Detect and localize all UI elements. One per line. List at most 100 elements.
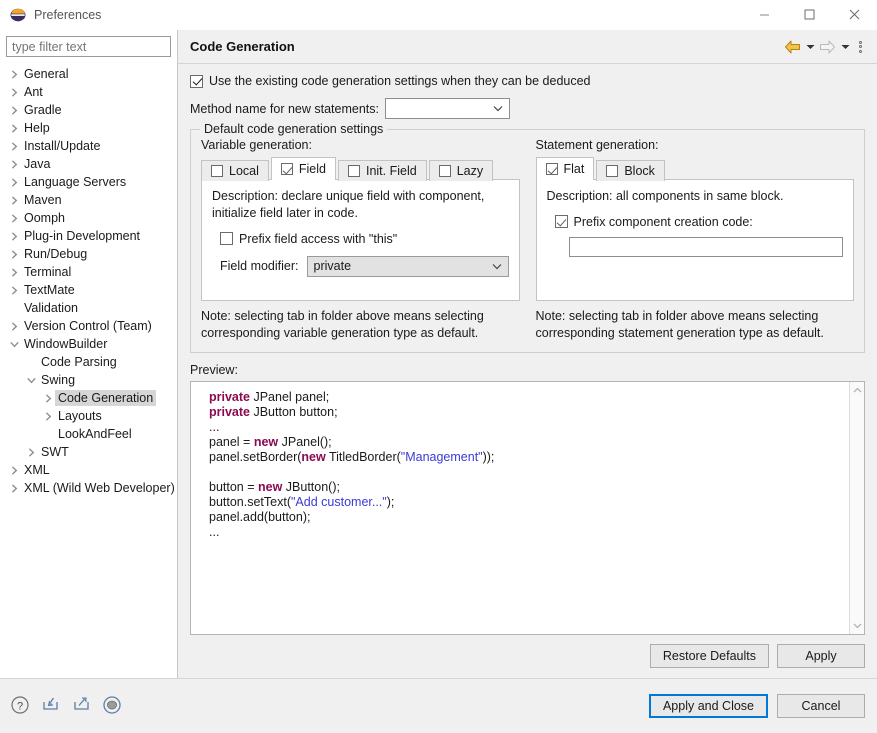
- tree-item-xml[interactable]: XML: [0, 461, 177, 479]
- prefix-this-checkbox[interactable]: [220, 232, 233, 246]
- tree-item-install-update[interactable]: Install/Update: [0, 137, 177, 155]
- tab-checkbox[interactable]: [438, 165, 451, 177]
- chevron-right-icon[interactable]: [8, 286, 21, 295]
- cancel-button[interactable]: Cancel: [777, 694, 865, 718]
- close-button[interactable]: [832, 0, 877, 30]
- method-name-combo[interactable]: [384, 98, 510, 119]
- tree-item-ant[interactable]: Ant: [0, 83, 177, 101]
- chevron-right-icon[interactable]: [42, 412, 55, 421]
- tree-item-general[interactable]: General: [0, 65, 177, 83]
- tab-checkbox[interactable]: [347, 165, 360, 177]
- chevron-right-icon[interactable]: [8, 250, 21, 259]
- statement-generation-note: Note: selecting tab in folder above mean…: [535, 309, 824, 340]
- tree-item-terminal[interactable]: Terminal: [0, 263, 177, 281]
- tree-item-swing[interactable]: Swing: [0, 371, 177, 389]
- chevron-right-icon[interactable]: [8, 214, 21, 223]
- chevron-right-icon[interactable]: [8, 142, 21, 151]
- code-text: );: [386, 494, 395, 509]
- chevron-right-icon[interactable]: [8, 484, 21, 493]
- tree-item-windowbuilder[interactable]: WindowBuilder: [0, 335, 177, 353]
- tab-checkbox[interactable]: [211, 165, 223, 177]
- tree-item-swt[interactable]: SWT: [0, 443, 177, 461]
- chevron-right-icon[interactable]: [8, 70, 21, 79]
- tree-item-xml-wild-web-developer[interactable]: XML (Wild Web Developer): [0, 479, 177, 497]
- tree-item-code-generation[interactable]: Code Generation: [0, 389, 177, 407]
- tab-flat[interactable]: Flat: [535, 157, 595, 180]
- tree-item-run-debug[interactable]: Run/Debug: [0, 245, 177, 263]
- filter-input[interactable]: [6, 36, 171, 57]
- prefix-this-row[interactable]: Prefix field access with "this": [212, 232, 509, 246]
- tab-local[interactable]: Local: [201, 160, 269, 181]
- vertical-dots-icon[interactable]: [854, 40, 867, 53]
- tab-field[interactable]: Field: [270, 157, 336, 180]
- back-history-chevron-down-icon[interactable]: [804, 44, 816, 50]
- field-modifier-combo[interactable]: private: [306, 255, 509, 277]
- chevron-right-icon[interactable]: [8, 268, 21, 277]
- code-text: JPanel panel;: [250, 389, 330, 404]
- tree-item-help[interactable]: Help: [0, 119, 177, 137]
- chevron-right-icon[interactable]: [8, 322, 21, 331]
- code-line: panel = new JPanel();: [209, 435, 849, 450]
- tab-lazy[interactable]: Lazy: [428, 160, 494, 181]
- preferences-tree[interactable]: General Ant Gradle Help Install/Update Java La…: [0, 63, 177, 678]
- maximize-button[interactable]: [787, 0, 832, 30]
- tree-item-code-parsing[interactable]: Code Parsing: [0, 353, 177, 371]
- tab-block[interactable]: Block: [596, 160, 665, 181]
- prefix-creation-row[interactable]: Prefix component creation code:: [547, 215, 844, 229]
- chevron-right-icon[interactable]: [8, 160, 21, 169]
- tree-item-validation[interactable]: Validation: [0, 299, 177, 317]
- tree-item-label: Java: [24, 157, 51, 171]
- chevron-right-icon[interactable]: [8, 196, 21, 205]
- apply-button[interactable]: Apply: [777, 644, 865, 668]
- tree-item-version-control-team[interactable]: Version Control (Team): [0, 317, 177, 335]
- preview-scrollbar[interactable]: [849, 381, 864, 634]
- tab-checkbox[interactable]: [545, 163, 558, 175]
- tab-init-field[interactable]: Init. Field: [337, 160, 427, 181]
- tree-item-language-servers[interactable]: Language Servers: [0, 173, 177, 191]
- statement-generation-tabs[interactable]: Flat Block: [535, 157, 855, 181]
- field-modifier-chevron-down-icon: [486, 263, 508, 270]
- import-icon[interactable]: [40, 695, 61, 718]
- chevron-right-icon[interactable]: [8, 466, 21, 475]
- use-existing-settings-row[interactable]: Use the existing code generation setting…: [190, 74, 865, 88]
- chevron-up-icon[interactable]: [853, 385, 862, 395]
- record-icon[interactable]: [102, 695, 122, 718]
- minimize-button[interactable]: [742, 0, 787, 30]
- chevron-right-icon[interactable]: [8, 178, 21, 187]
- variable-generation-tabs[interactable]: Local Field Init. Field Lazy: [201, 157, 520, 181]
- chevron-right-icon[interactable]: [25, 448, 38, 457]
- code-line: button = new JButton();: [209, 480, 849, 495]
- tree-item-plug-in-development[interactable]: Plug-in Development: [0, 227, 177, 245]
- field-modifier-row: Field modifier: private: [212, 255, 509, 277]
- apply-and-close-button[interactable]: Apply and Close: [648, 694, 768, 718]
- tab-checkbox[interactable]: [606, 165, 619, 177]
- tree-item-lookandfeel[interactable]: LookAndFeel: [0, 425, 177, 443]
- chevron-down-icon[interactable]: [25, 376, 38, 385]
- tree-item-textmate[interactable]: TextMate: [0, 281, 177, 299]
- forward-arrow-icon[interactable]: [819, 36, 836, 58]
- chevron-right-icon[interactable]: [8, 88, 21, 97]
- prefix-creation-checkbox[interactable]: [554, 215, 568, 229]
- help-icon[interactable]: ?: [10, 695, 30, 718]
- chevron-right-icon[interactable]: [8, 232, 21, 241]
- tab-checkbox[interactable]: [280, 163, 293, 175]
- chevron-right-icon[interactable]: [42, 394, 55, 403]
- export-icon[interactable]: [71, 695, 92, 718]
- code-text: button.setText(: [209, 494, 291, 509]
- statement-generation-column: Statement generation: Flat Block Descript…: [535, 138, 855, 342]
- tree-item-oomph[interactable]: Oomph: [0, 209, 177, 227]
- tree-item-java[interactable]: Java: [0, 155, 177, 173]
- restore-defaults-button[interactable]: Restore Defaults: [649, 644, 769, 668]
- chevron-down-icon[interactable]: [853, 621, 862, 631]
- forward-history-chevron-down-icon[interactable]: [839, 44, 851, 50]
- chevron-right-icon[interactable]: [8, 124, 21, 133]
- tree-item-layouts[interactable]: Layouts: [0, 407, 177, 425]
- tab-label: Flat: [563, 162, 585, 176]
- prefix-creation-input[interactable]: [568, 236, 843, 257]
- tree-item-gradle[interactable]: Gradle: [0, 101, 177, 119]
- chevron-right-icon[interactable]: [8, 106, 21, 115]
- back-arrow-icon[interactable]: [784, 36, 801, 58]
- chevron-down-icon[interactable]: [8, 340, 21, 349]
- tree-item-maven[interactable]: Maven: [0, 191, 177, 209]
- use-existing-settings-checkbox[interactable]: [190, 74, 203, 88]
